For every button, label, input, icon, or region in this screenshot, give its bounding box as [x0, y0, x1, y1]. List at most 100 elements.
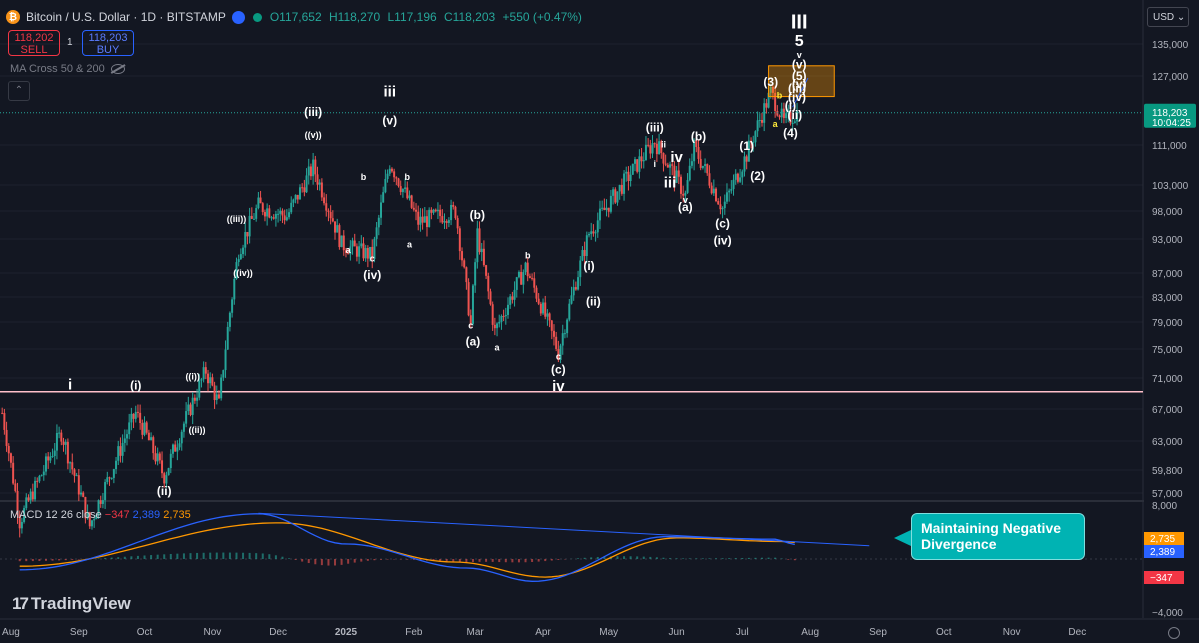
candle-body: [717, 201, 720, 205]
candle-body: [579, 260, 582, 278]
candle-body: [99, 500, 102, 504]
candle-body: [471, 285, 474, 324]
candle-body: [351, 240, 354, 247]
candle-body: [625, 171, 628, 174]
candle-body: [66, 441, 69, 464]
wave-label: iii: [384, 84, 397, 101]
candle-body: [607, 207, 610, 212]
wave-label: c: [556, 352, 561, 362]
wave-label: (b): [691, 129, 706, 143]
wave-label: ((iii)): [227, 214, 247, 224]
candle-body: [139, 412, 142, 424]
candle-body: [34, 480, 37, 500]
candle-body: [603, 207, 606, 211]
eye-hidden-icon[interactable]: [110, 64, 125, 74]
candle-body: [334, 221, 337, 233]
candle-body: [228, 312, 231, 327]
candle-body: [136, 411, 139, 413]
candle-body: [340, 235, 343, 248]
candle-body: [504, 314, 507, 317]
callout-pointer: [894, 530, 911, 546]
candle-body: [233, 278, 236, 300]
wave-label: (iv): [363, 268, 381, 282]
candle-body: [106, 477, 109, 483]
candle-body: [36, 480, 39, 482]
wave-label: ((i)): [185, 372, 200, 382]
candle-body: [290, 202, 293, 213]
candle-body: [509, 296, 512, 305]
price-axis[interactable]: 135,000 127,000 111,000 103,000 98,000 93,000…: [1144, 0, 1199, 619]
ma-cross-legend[interactable]: MA Cross 50 & 200: [10, 63, 125, 75]
candle-body: [550, 320, 553, 331]
candle-body: [270, 217, 273, 219]
macd-line-value: 2,389: [132, 509, 161, 521]
macd-hist-bar: [544, 559, 547, 562]
macd-hist-bar: [747, 557, 750, 559]
candle-body: [690, 161, 693, 166]
spread-value: 1: [67, 37, 73, 48]
candle-body: [651, 143, 654, 154]
candle-body: [90, 520, 93, 527]
candle-body: [174, 444, 177, 452]
wave-label: iii: [664, 175, 677, 192]
candle-body: [231, 299, 234, 313]
wave-label: iv: [670, 149, 683, 166]
candle-body: [756, 120, 759, 132]
settings-gear-icon[interactable]: [1168, 627, 1180, 639]
macd-hist-bar: [353, 559, 356, 563]
candle-body: [548, 313, 551, 321]
macd-hist-bar: [242, 552, 245, 559]
candle-body: [119, 446, 122, 456]
candle-body: [145, 422, 148, 433]
wave-label: 5: [795, 33, 804, 50]
candle-body: [239, 254, 242, 260]
macd-hist-bar: [642, 556, 645, 559]
candle-body: [655, 143, 658, 155]
buy-button[interactable]: 118,203 BUY: [82, 30, 134, 56]
candle-body: [320, 182, 323, 198]
candle-body: [712, 188, 715, 194]
price-tick: 71,000: [1152, 374, 1183, 385]
sell-button[interactable]: 118,202 SELL: [8, 30, 60, 56]
macd-hist-bar: [649, 556, 652, 559]
candle-body: [366, 248, 369, 259]
candle-body: [423, 216, 426, 223]
time-tick: Nov: [1003, 627, 1021, 638]
macd-hist-bar: [485, 559, 488, 562]
macd-hist-bar: [189, 553, 192, 559]
symbol-title[interactable]: Bitcoin / U.S. Dollar · 1D · BITSTAMP: [26, 10, 226, 24]
candle-body: [154, 453, 157, 462]
candle-body: [303, 187, 306, 193]
wave-label: iv: [552, 378, 565, 395]
candle-body: [546, 313, 549, 317]
candle-body: [312, 159, 315, 177]
candle-body: [342, 235, 345, 251]
candle-body: [728, 190, 731, 193]
candle-body: [734, 173, 737, 180]
collapse-legend-button[interactable]: ⌃: [8, 81, 30, 101]
wave-label: b: [525, 251, 531, 261]
candle-body: [585, 235, 588, 257]
candle-body: [42, 471, 45, 476]
candle-body: [77, 475, 80, 495]
macd-hist-bar: [294, 559, 297, 560]
wave-label: ((iv)): [233, 268, 253, 278]
time-tick: Jul: [736, 627, 749, 638]
candle-body: [274, 213, 277, 219]
macd-hist-bar: [268, 554, 271, 559]
candle-body: [542, 302, 545, 314]
candle-body: [445, 221, 448, 223]
candle-body: [415, 209, 418, 212]
candle-body: [27, 497, 30, 501]
candle-body: [515, 277, 518, 290]
candle-body: [474, 262, 477, 286]
macd-tick: −4,000: [1152, 608, 1183, 619]
macd-legend[interactable]: MACD 12 26 close −347 2,389 2,735: [10, 509, 191, 521]
candle-body: [421, 216, 424, 223]
candle-body: [1, 412, 4, 414]
tradingview-logo[interactable]: 17 TradingView: [12, 594, 131, 614]
currency-select[interactable]: USD ⌄: [1147, 7, 1189, 27]
time-tick: Aug: [801, 627, 819, 638]
macd-hist-bar: [701, 558, 704, 559]
price-tick: 87,000: [1152, 269, 1183, 280]
